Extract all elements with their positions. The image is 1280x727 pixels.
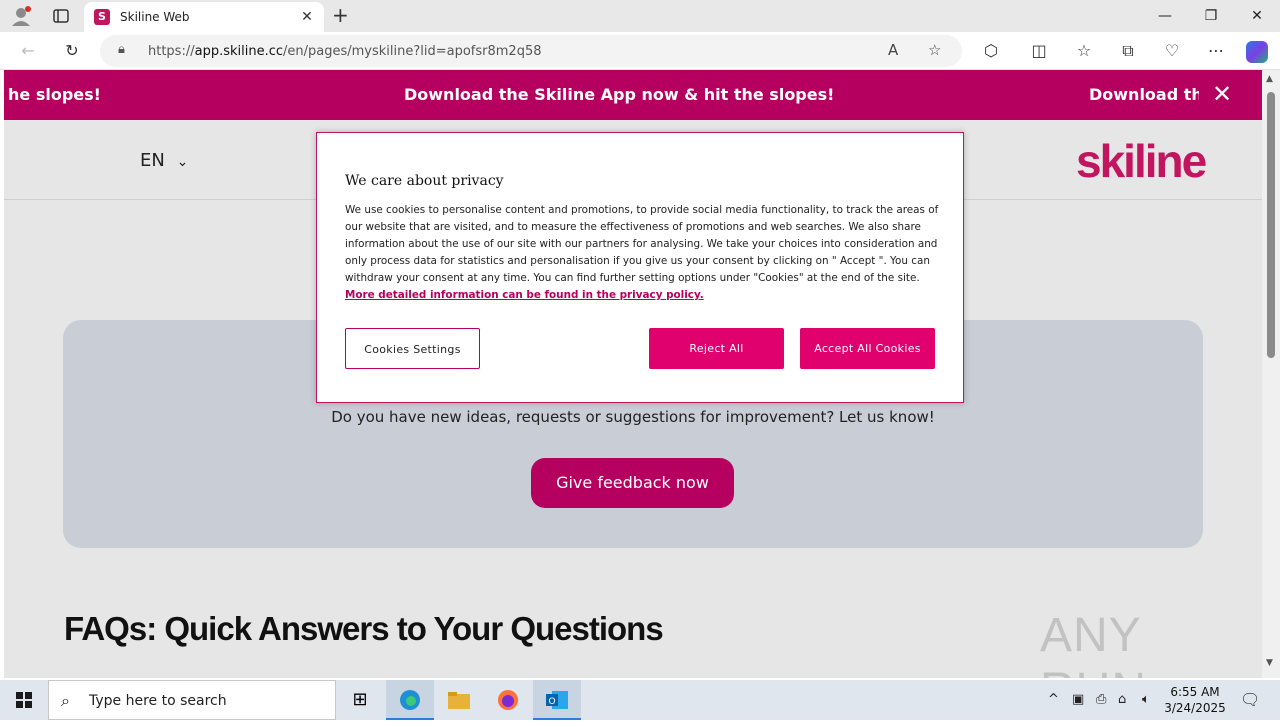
- app-download-banner[interactable]: he slopes! Download the Skiline App now …: [4, 70, 1262, 120]
- read-aloud-icon[interactable]: A: [888, 41, 898, 59]
- favorite-star-icon[interactable]: ☆: [928, 41, 941, 59]
- browser-tab-bar: S Skiline Web ✕ + — ❐ ✕: [0, 0, 1280, 32]
- banner-marquee-center: Download the Skiline App now & hit the s…: [404, 85, 835, 104]
- windows-taskbar: ⌕ Type here to search ⊞ O ^ ▣ ⎙ ⌂ 🔈︎ 6:5…: [0, 680, 1280, 720]
- edge-taskbar-icon[interactable]: [386, 680, 434, 720]
- show-hidden-icons-icon[interactable]: ^: [1048, 692, 1059, 707]
- anyrun-watermark: ANY RUN: [1040, 609, 1146, 678]
- cookie-body: We use cookies to personalise content an…: [345, 202, 939, 304]
- taskbar-search[interactable]: ⌕ Type here to search: [48, 680, 336, 720]
- cookie-consent-dialog: We care about privacy We use cookies to …: [316, 132, 964, 403]
- file-explorer-icon[interactable]: [435, 680, 483, 720]
- browser-essentials-icon[interactable]: ♡: [1158, 37, 1186, 65]
- split-screen-icon[interactable]: ◫: [1025, 37, 1053, 65]
- task-view-icon[interactable]: ⊞: [336, 680, 384, 720]
- cookie-body-text: We use cookies to personalise content an…: [345, 204, 939, 284]
- new-tab-icon[interactable]: +: [332, 5, 352, 25]
- privacy-policy-link[interactable]: More detailed information can be found i…: [345, 289, 704, 301]
- more-options-icon[interactable]: ⋯: [1202, 37, 1230, 65]
- firefox-icon[interactable]: [484, 680, 532, 720]
- cookie-heading: We care about privacy: [345, 173, 504, 189]
- scrollbar-thumb[interactable]: [1267, 92, 1275, 358]
- svg-text:O: O: [548, 697, 555, 707]
- close-banner-icon[interactable]: ✕: [1212, 80, 1232, 108]
- give-feedback-button[interactable]: Give feedback now: [531, 458, 734, 508]
- accept-all-cookies-button[interactable]: Accept All Cookies: [800, 328, 935, 369]
- clock-time: 6:55 AM: [1170, 685, 1220, 699]
- outlook-icon[interactable]: O: [533, 680, 581, 720]
- notifications-icon[interactable]: 🗨︎: [1240, 690, 1260, 709]
- language-selector[interactable]: EN ⌄: [140, 150, 188, 171]
- faq-heading: FAQs: Quick Answers to Your Questions: [64, 610, 664, 647]
- minimize-icon[interactable]: —: [1142, 0, 1188, 32]
- banner-marquee-right: Download the: [1089, 85, 1199, 104]
- extensions-icon[interactable]: ⬡: [977, 37, 1005, 65]
- cookies-settings-button[interactable]: Cookies Settings: [345, 328, 480, 369]
- skiline-favicon-icon: S: [94, 9, 110, 25]
- volume-icon[interactable]: 🔈︎: [1142, 692, 1150, 707]
- page-scrollbar[interactable]: ▲ ▼: [1262, 70, 1280, 678]
- copilot-icon[interactable]: [1246, 41, 1268, 63]
- reject-all-button[interactable]: Reject All: [649, 328, 784, 369]
- system-clock[interactable]: 6:55 AM 3/24/2025: [1160, 684, 1230, 716]
- scroll-down-icon[interactable]: ▼: [1266, 658, 1273, 668]
- back-icon[interactable]: ←: [14, 37, 42, 65]
- device-tray-icon[interactable]: ⎙: [1096, 692, 1106, 707]
- refresh-icon[interactable]: ↻: [58, 37, 86, 65]
- profile-icon[interactable]: [10, 6, 32, 26]
- browser-toolbar: ← ↻ 🔒︎ https://app.skiline.cc/en/pages/m…: [0, 32, 1280, 70]
- collections-icon[interactable]: ⧉: [1114, 37, 1142, 65]
- outlook-tray-icon[interactable]: ▣: [1072, 692, 1084, 707]
- chevron-down-icon: ⌄: [176, 154, 189, 170]
- search-icon: ⌕: [61, 691, 70, 710]
- windows-logo-icon: [16, 692, 32, 708]
- tab-actions-icon[interactable]: [52, 7, 70, 25]
- address-bar[interactable]: 🔒︎ https://app.skiline.cc/en/pages/myski…: [100, 35, 962, 67]
- browser-tab[interactable]: S Skiline Web ✕: [84, 2, 324, 32]
- banner-marquee-left: he slopes!: [8, 85, 101, 104]
- close-window-icon[interactable]: ✕: [1234, 0, 1280, 32]
- network-icon[interactable]: ⌂: [1118, 692, 1126, 707]
- url-text[interactable]: https://app.skiline.cc/en/pages/myskilin…: [148, 44, 542, 59]
- start-button[interactable]: [0, 680, 48, 720]
- scroll-up-icon[interactable]: ▲: [1266, 74, 1273, 84]
- skiline-logo[interactable]: skiline: [1076, 134, 1207, 188]
- close-tab-icon[interactable]: ✕: [298, 8, 316, 26]
- feedback-question: Do you have new ideas, requests or sugge…: [331, 408, 935, 426]
- search-placeholder: Type here to search: [89, 693, 227, 709]
- clock-date: 3/24/2025: [1164, 701, 1226, 715]
- lock-icon: 🔒︎: [118, 42, 125, 57]
- restore-icon[interactable]: ❐: [1188, 0, 1234, 32]
- tab-title: Skiline Web: [120, 10, 190, 24]
- language-label: EN: [140, 150, 165, 171]
- favorites-icon[interactable]: ☆: [1070, 37, 1098, 65]
